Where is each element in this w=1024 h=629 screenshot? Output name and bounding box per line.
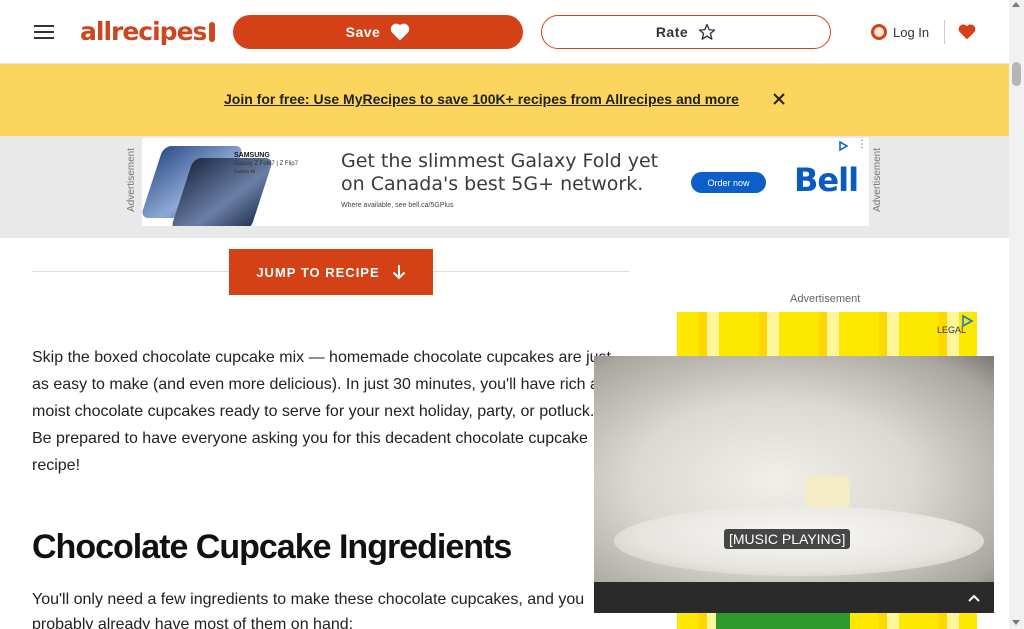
ad-side-label: Advertisement: [126, 148, 137, 212]
site-header: allrecipes Save Rate Log In: [0, 0, 1009, 64]
header-divider: [944, 20, 945, 44]
star-icon: [698, 23, 716, 40]
hamburger-menu-icon[interactable]: [30, 18, 58, 46]
chevron-up-icon[interactable]: [964, 588, 984, 608]
login-label: Log In: [893, 24, 930, 40]
favorites-heart-icon[interactable]: [957, 20, 977, 44]
ingredients-intro: You'll only need a few ingredients to ma…: [32, 591, 585, 629]
banner-ad[interactable]: SAMSUNG Galaxy Z Fold7 | Z Flip7 Galaxy …: [142, 138, 869, 226]
login-link[interactable]: Log In: [871, 21, 929, 43]
jump-label: JUMP TO RECIPE: [256, 264, 380, 280]
user-icon: [871, 24, 887, 40]
rate-button[interactable]: Rate: [541, 15, 831, 49]
site-logo[interactable]: allrecipes: [80, 15, 216, 49]
promo-join-link[interactable]: Join for free: Use MyRecipes to save 100…: [224, 91, 739, 107]
rate-label: Rate: [655, 24, 689, 40]
floating-video-player[interactable]: [MUSIC PLAYING]: [594, 356, 994, 613]
logo-text: allrecipes: [80, 17, 207, 46]
rail-ad-label: Advertisement: [790, 293, 861, 305]
ad-model: Galaxy Z Fold7 | Z Flip7: [234, 161, 298, 167]
scroll-down-arrow-icon[interactable]: [1012, 620, 1020, 625]
ad-fine-print: Where available, see bell.ca/5GPlus: [341, 202, 454, 209]
save-button[interactable]: Save: [233, 15, 523, 49]
article-intro: Skip the boxed chocolate cupcake mix — h…: [32, 349, 617, 474]
video-control-bar: [594, 582, 994, 613]
adchoices-icon[interactable]: [960, 314, 974, 328]
section-heading: Chocolate Cupcake Ingredients: [32, 528, 512, 566]
close-icon[interactable]: [772, 92, 786, 106]
ad-side-label: Advertisement: [872, 148, 883, 212]
arrow-down-icon: [392, 265, 405, 280]
ad-more-options-icon[interactable]: ⋮: [857, 140, 867, 150]
heart-icon: [391, 23, 410, 41]
scroll-up-arrow-icon[interactable]: [1012, 2, 1020, 7]
page-scrollbar[interactable]: [1009, 0, 1024, 629]
ad-advertiser-logo: Bell: [794, 161, 859, 199]
video-caption: [MUSIC PLAYING]: [724, 529, 851, 549]
video-butter-image: [804, 476, 850, 508]
adchoices-icon[interactable]: [838, 141, 848, 151]
ad-order-button[interactable]: Order now: [691, 172, 766, 193]
ad-brand: SAMSUNG: [234, 152, 270, 159]
save-label: Save: [345, 24, 381, 40]
video-frame[interactable]: [MUSIC PLAYING]: [594, 356, 994, 582]
jump-to-recipe-button[interactable]: JUMP TO RECIPE: [229, 249, 433, 295]
ad-ai-tag: Galaxy AI: [234, 169, 256, 175]
scroll-thumb[interactable]: [1012, 62, 1021, 86]
logo-spoon-icon: [209, 22, 216, 42]
ad-headline: Get the slimmest Galaxy Fold yet on Cana…: [341, 150, 659, 195]
